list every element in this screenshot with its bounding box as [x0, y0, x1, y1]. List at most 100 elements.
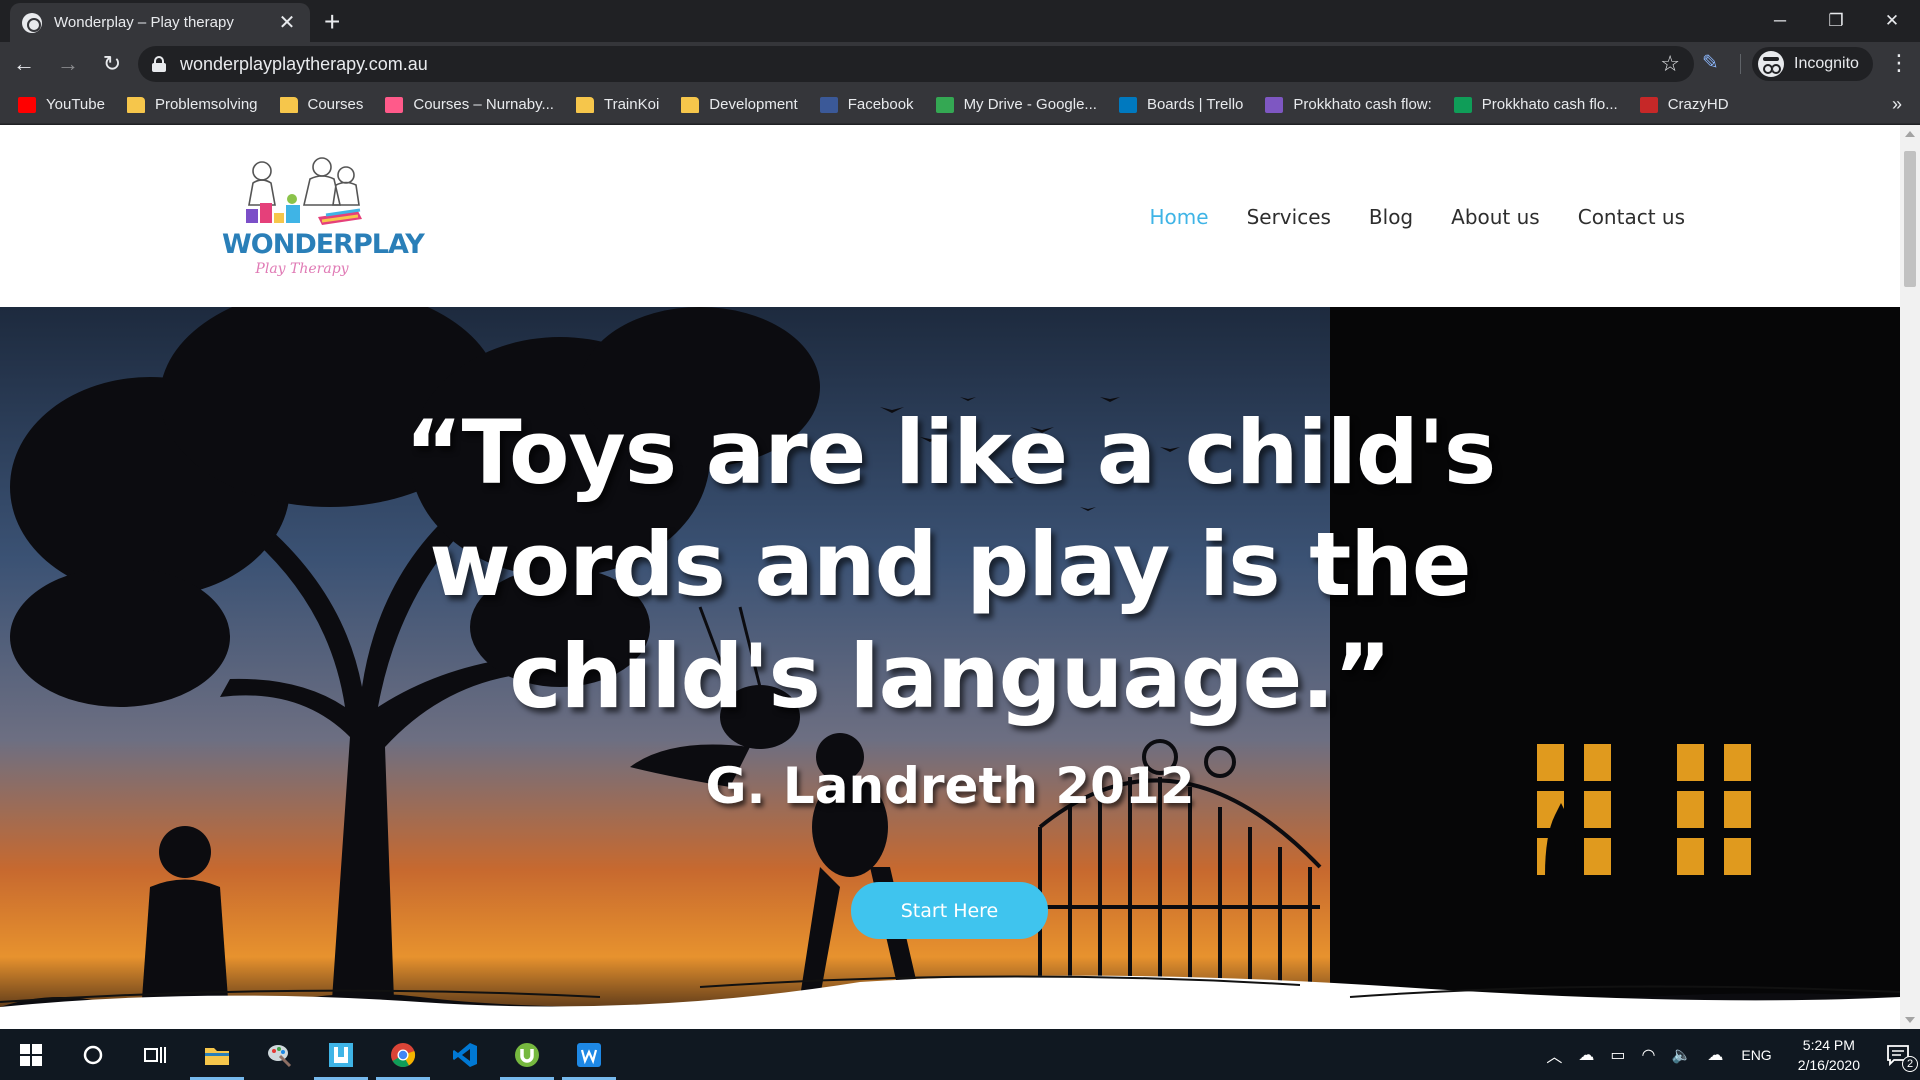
bookmark-label: Development: [709, 96, 798, 113]
logo-illustration: [246, 157, 362, 225]
bookmark-label: Facebook: [847, 96, 914, 113]
bookmark-item[interactable]: CrazyHD: [1639, 96, 1729, 113]
forward-button[interactable]: →: [48, 44, 88, 84]
bookmark-item[interactable]: Problemsolving: [126, 96, 258, 113]
extension-pen-icon[interactable]: ✎: [1702, 50, 1719, 75]
bookmark-label: Courses – Nurnaby...: [413, 96, 554, 113]
globe-icon: [22, 12, 42, 33]
onedrive-sync-icon[interactable]: ☁: [1578, 1045, 1594, 1065]
vscode-icon[interactable]: [434, 1029, 496, 1080]
chevron-up-icon[interactable]: ︿: [1546, 1043, 1562, 1067]
page-scrollbar[interactable]: [1900, 125, 1920, 1029]
cortana-icon[interactable]: [62, 1029, 124, 1080]
scroll-up-arrow-icon[interactable]: [1905, 131, 1915, 137]
action-center-button[interactable]: 2: [1876, 1029, 1920, 1080]
clock[interactable]: 5:24 PM 2/16/2020: [1798, 1035, 1860, 1075]
bookmark-item[interactable]: Facebook: [819, 96, 914, 113]
bookmark-item[interactable]: Courses – Nurnaby...: [385, 96, 554, 113]
trello-icon: [1118, 96, 1137, 113]
scroll-down-arrow-icon[interactable]: [1905, 1017, 1915, 1023]
quote-line: words and play is the: [429, 513, 1471, 616]
bookmarks-overflow-icon[interactable]: »: [1892, 94, 1902, 115]
drive-icon: [935, 96, 954, 113]
bookmarks-bar: YouTube Problemsolving Courses Courses – Nu…: [0, 86, 1920, 124]
bookmark-item[interactable]: TrainKoi: [575, 96, 660, 113]
forms-icon: [1265, 96, 1284, 113]
nav-link-contact-us[interactable]: Contact us: [1578, 205, 1685, 229]
sheets-icon: [1453, 96, 1472, 113]
file-explorer-icon[interactable]: [186, 1029, 248, 1080]
tab-wonderplay[interactable]: Wonderplay – Play therapy ✕: [10, 3, 310, 42]
logo-wordmark: WONDERPLAY: [222, 229, 425, 260]
task-view-icon[interactable]: [124, 1029, 186, 1080]
incognito-icon: [1758, 51, 1784, 77]
bookmark-label: TrainKoi: [603, 96, 660, 113]
reload-button[interactable]: ↻: [92, 44, 132, 84]
app-icon[interactable]: [310, 1029, 372, 1080]
back-button[interactable]: ←: [4, 44, 44, 84]
site-header: WONDERPLAY Play Therapy Home Services Blog…: [0, 125, 1900, 307]
nav-link-blog[interactable]: Blog: [1369, 205, 1413, 229]
bookmark-item[interactable]: Prokkhato cash flow:: [1265, 96, 1432, 113]
wonderplay-logo[interactable]: WONDERPLAY Play Therapy: [222, 153, 425, 283]
minimize-button[interactable]: ─: [1752, 0, 1808, 42]
close-window-button[interactable]: ✕: [1864, 0, 1920, 42]
nav-link-services[interactable]: Services: [1247, 205, 1331, 229]
bookmark-item[interactable]: Prokkhato cash flo...: [1453, 96, 1618, 113]
restore-button[interactable]: ❐: [1808, 0, 1864, 42]
bookmark-label: Problemsolving: [154, 96, 258, 113]
start-here-button[interactable]: Start Here: [851, 882, 1048, 939]
bookmark-star-icon[interactable]: ☆: [1660, 51, 1680, 77]
chrome-icon[interactable]: [372, 1029, 434, 1080]
bookmark-label: Prokkhato cash flo...: [1481, 96, 1618, 113]
main-navigation: Home Services Blog About us Contact us: [1112, 205, 1685, 229]
volume-icon[interactable]: 🔈: [1671, 1045, 1691, 1065]
app-icon: [385, 96, 404, 113]
paint-icon[interactable]: [248, 1029, 310, 1080]
new-tab-button[interactable]: +: [324, 8, 340, 36]
word-icon[interactable]: [558, 1029, 620, 1080]
clock-time: 5:24 PM: [1802, 1036, 1855, 1053]
toolbar-divider: [1740, 54, 1741, 74]
hero-section: “Toys are like a child's words and play …: [0, 307, 1900, 1029]
bookmark-item[interactable]: YouTube: [18, 96, 105, 113]
bookmark-item[interactable]: Development: [681, 96, 798, 113]
crazyhd-icon: [1639, 96, 1658, 113]
bookmark-item[interactable]: My Drive - Google...: [935, 96, 1097, 113]
quote-author: G. Landreth 2012: [705, 757, 1195, 815]
nav-link-home[interactable]: Home: [1150, 205, 1209, 229]
facebook-icon: [819, 96, 838, 113]
wifi-icon[interactable]: ◠: [1641, 1045, 1655, 1065]
notification-count: 2: [1902, 1056, 1918, 1072]
url-text[interactable]: wonderplayplaytherapy.com.au: [180, 54, 1660, 75]
chrome-menu-icon[interactable]: ⋮: [1888, 50, 1910, 76]
address-bar[interactable]: wonderplayplaytherapy.com.au ☆: [138, 46, 1694, 82]
utorrent-icon[interactable]: [496, 1029, 558, 1080]
incognito-button[interactable]: Incognito: [1752, 47, 1873, 81]
logo-tagline: Play Therapy: [255, 261, 349, 277]
folder-icon: [279, 96, 298, 113]
language-indicator[interactable]: ENG: [1741, 1047, 1771, 1063]
tab-close-icon[interactable]: ✕: [276, 10, 298, 35]
youtube-icon: [18, 96, 36, 113]
folder-icon: [681, 96, 700, 113]
browser-toolbar: ← → ↻ wonderplayplaytherapy.com.au ☆ ✎ I…: [0, 42, 1920, 86]
windows-start-icon[interactable]: [0, 1029, 62, 1080]
bookmark-item[interactable]: Courses: [279, 96, 364, 113]
tab-strip: Wonderplay – Play therapy ✕ + ─ ❐ ✕: [0, 0, 1920, 42]
lock-icon[interactable]: [152, 56, 166, 72]
bookmark-label: Courses: [307, 96, 364, 113]
bookmark-label: CrazyHD: [1667, 96, 1729, 113]
scroll-thumb[interactable]: [1904, 151, 1916, 287]
quote-line: “Toys are like a child's: [404, 401, 1496, 504]
window-controls: ─ ❐ ✕: [1752, 0, 1920, 42]
nav-link-about-us[interactable]: About us: [1451, 205, 1540, 229]
clock-date: 2/16/2020: [1797, 1056, 1860, 1073]
tab-title: Wonderplay – Play therapy: [54, 14, 234, 31]
bookmark-label: Prokkhato cash flow:: [1293, 96, 1432, 113]
bookmark-item[interactable]: Boards | Trello: [1118, 96, 1243, 113]
battery-icon[interactable]: ▭: [1610, 1045, 1625, 1065]
cloud-icon[interactable]: ☁: [1707, 1045, 1723, 1065]
bookmark-label: My Drive - Google...: [963, 96, 1097, 113]
windows-taskbar: ︿ ☁ ▭ ◠ 🔈 ☁ ENG 5:24 PM 2/16/2020 2: [0, 1029, 1920, 1080]
